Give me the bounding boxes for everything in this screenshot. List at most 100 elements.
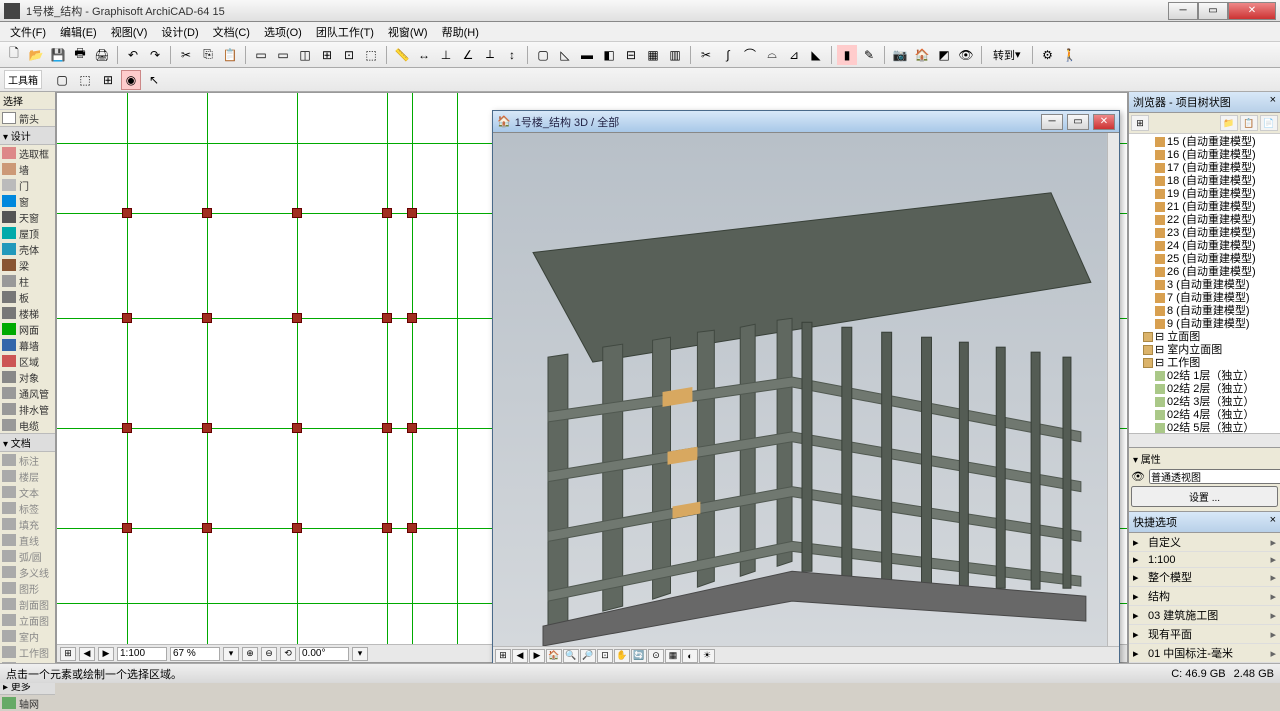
tool-icon[interactable]: ▦	[643, 45, 663, 65]
tree-story[interactable]: 24 (自动重建模型)	[1131, 240, 1278, 253]
nav-icon[interactable]: ⊞	[60, 647, 76, 661]
tool-icon[interactable]: ⊟	[621, 45, 641, 65]
tool-区域[interactable]: 区域	[0, 353, 55, 369]
navigator-tree[interactable]: 15 (自动重建模型)16 (自动重建模型)17 (自动重建模型)18 (自动重…	[1129, 134, 1280, 433]
mode-icon[interactable]: ⊞	[98, 70, 118, 90]
nav-btn-icon[interactable]: ⊞	[1131, 115, 1149, 131]
tool-icon[interactable]: ⊡	[339, 45, 359, 65]
menu-design[interactable]: 设计(D)	[155, 22, 204, 42]
tool-通风管[interactable]: 通风管	[0, 385, 55, 401]
plot-icon[interactable]: 🖶	[70, 45, 90, 65]
tree-story[interactable]: 16 (自动重建模型)	[1131, 149, 1278, 162]
3d-viewport[interactable]	[493, 133, 1107, 646]
tool-icon[interactable]: ⌒	[740, 45, 760, 65]
tool-icon[interactable]: ▭	[273, 45, 293, 65]
tool-文本[interactable]: 文本	[0, 484, 55, 500]
tool-icon[interactable]: ⊥	[436, 45, 456, 65]
section-icon[interactable]: ◩	[934, 45, 954, 65]
minimize-button[interactable]: ─	[1168, 2, 1198, 20]
props-value[interactable]	[1149, 469, 1280, 484]
3d-icon[interactable]: 🏠	[912, 45, 932, 65]
mode-icon[interactable]: ▢	[52, 70, 72, 90]
fit-icon[interactable]: ⊡	[597, 649, 613, 663]
tool-梁[interactable]: 梁	[0, 257, 55, 273]
tool-墙[interactable]: 墙	[0, 161, 55, 177]
tree-story[interactable]: 25 (自动重建模型)	[1131, 253, 1278, 266]
menu-view[interactable]: 视图(V)	[105, 22, 154, 42]
tool-icon[interactable]: ◣	[806, 45, 826, 65]
copy-icon[interactable]: ⎘	[198, 45, 218, 65]
angle-input[interactable]	[299, 647, 349, 661]
nav-icon[interactable]: ⊞	[495, 649, 511, 663]
tool-直线[interactable]: 直线	[0, 532, 55, 548]
nav-icon[interactable]: 🏠	[546, 649, 562, 663]
tool-标签[interactable]: 标签	[0, 500, 55, 516]
paste-icon[interactable]: 📋	[220, 45, 240, 65]
nav-icon[interactable]: ▶	[98, 647, 114, 661]
tool-icon[interactable]: ⌓	[762, 45, 782, 65]
redo-icon[interactable]: ↷	[145, 45, 165, 65]
quickopt-row[interactable]: ▸现有平面▸	[1129, 625, 1280, 644]
tool-窗[interactable]: 窗	[0, 193, 55, 209]
camera-icon[interactable]: 📷	[890, 45, 910, 65]
mode-icon[interactable]: ◉	[121, 70, 141, 90]
quickopt-row[interactable]: ▸结构▸	[1129, 587, 1280, 606]
menu-edit[interactable]: 编辑(E)	[54, 22, 103, 42]
tool-icon[interactable]: ∠	[458, 45, 478, 65]
nav-scrollbar[interactable]	[1129, 433, 1280, 447]
tool-icon[interactable]: ↔	[414, 45, 434, 65]
tool-弧/圆[interactable]: 弧/圆	[0, 548, 55, 564]
tree-item[interactable]: 02结 3层（独立）	[1131, 396, 1278, 409]
tree-story[interactable]: 7 (自动重建模型)	[1131, 292, 1278, 305]
tree-item[interactable]: 02结 5层（独立）	[1131, 422, 1278, 433]
tool-楼梯[interactable]: 楼梯	[0, 305, 55, 321]
panel-close-icon[interactable]: ×	[1270, 514, 1276, 530]
tool-icon[interactable]: ▢	[533, 45, 553, 65]
tool-arrow[interactable]: 箭头	[0, 110, 55, 126]
tree-story[interactable]: 17 (自动重建模型)	[1131, 162, 1278, 175]
save-icon[interactable]: 💾	[48, 45, 68, 65]
tool-排水管[interactable]: 排水管	[0, 401, 55, 417]
goto-button[interactable]: 转到 ▾	[987, 45, 1027, 65]
tool-板[interactable]: 板	[0, 289, 55, 305]
tool-幕墙[interactable]: 幕墙	[0, 337, 55, 353]
tree-story[interactable]: 23 (自动重建模型)	[1131, 227, 1278, 240]
zoom-in-icon[interactable]: 🔍	[563, 649, 579, 663]
nav-icon[interactable]: ▶	[529, 649, 545, 663]
tool-多义线[interactable]: 多义线	[0, 564, 55, 580]
tree-item[interactable]: 02结 4层（独立）	[1131, 409, 1278, 422]
nav-icon[interactable]: ⊙	[648, 649, 664, 663]
nav-btn-icon[interactable]: 📁	[1220, 115, 1238, 131]
person-icon[interactable]: 🚶	[1060, 45, 1080, 65]
quickopt-row[interactable]: ▸1:100▸	[1129, 552, 1280, 568]
new-icon[interactable]: 🗋	[4, 45, 24, 65]
tree-story[interactable]: 21 (自动重建模型)	[1131, 201, 1278, 214]
tool-工作图[interactable]: 工作图	[0, 644, 55, 660]
edit-icon[interactable]: ✎	[859, 45, 879, 65]
nav-icon[interactable]: ◀	[79, 647, 95, 661]
tool-立面图[interactable]: 立面图	[0, 612, 55, 628]
menu-teamwork[interactable]: 团队工作(T)	[310, 22, 380, 42]
tree-item[interactable]: ⊟ 室内立面图	[1131, 344, 1278, 357]
tool-icon[interactable]: ⚙	[1038, 45, 1058, 65]
print-icon[interactable]: 🖨	[92, 45, 112, 65]
tool-壳体[interactable]: 壳体	[0, 241, 55, 257]
tool-icon[interactable]: ◧	[599, 45, 619, 65]
nav-btn-icon[interactable]: 📄	[1260, 115, 1278, 131]
tool-icon[interactable]: ∫	[718, 45, 738, 65]
quickopt-row[interactable]: ▸03 建筑施工图▸	[1129, 606, 1280, 625]
undo-icon[interactable]: ↶	[123, 45, 143, 65]
tool-图形[interactable]: 图形	[0, 580, 55, 596]
nav-icon[interactable]: ◀	[512, 649, 528, 663]
tree-story[interactable]: 15 (自动重建模型)	[1131, 136, 1278, 149]
zoom-out-icon[interactable]: 🔎	[580, 649, 596, 663]
scale-input[interactable]	[117, 647, 167, 661]
cut-icon[interactable]: ✂	[176, 45, 196, 65]
maximize-button[interactable]: ▭	[1198, 2, 1228, 20]
tool-axis[interactable]: 轴网	[0, 695, 55, 711]
tool-icon[interactable]: ▬	[577, 45, 597, 65]
nav-icon[interactable]: ▦	[665, 649, 681, 663]
tool-icon[interactable]: ✂	[696, 45, 716, 65]
minimize-button[interactable]: ─	[1041, 114, 1063, 130]
orbit-icon[interactable]: 🔄	[631, 649, 647, 663]
